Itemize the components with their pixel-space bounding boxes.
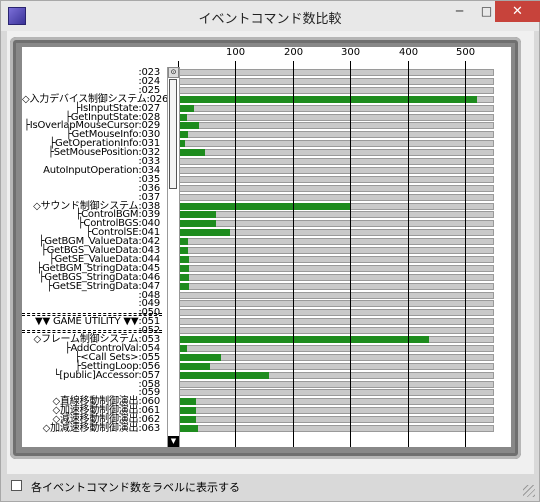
close-button[interactable]: ✕ xyxy=(495,1,540,22)
grid-line xyxy=(235,61,236,447)
bar xyxy=(178,202,350,210)
x-tick-label: 400 xyxy=(399,47,419,58)
bar xyxy=(178,104,194,112)
bar-track xyxy=(178,149,494,157)
bar xyxy=(178,220,216,228)
bar-track xyxy=(178,362,494,370)
bar-track xyxy=(178,113,494,121)
grid-line xyxy=(293,61,294,447)
plot-area: 100 200 300 400 500 xyxy=(178,47,498,447)
bar-track xyxy=(178,353,494,361)
x-tick-label: 300 xyxy=(341,47,361,58)
bar-track xyxy=(178,166,494,174)
bar-track xyxy=(178,425,494,432)
bar xyxy=(178,353,221,361)
x-tick-label: 100 xyxy=(226,47,246,58)
bar-track xyxy=(178,220,494,228)
resize-grip-icon[interactable] xyxy=(523,485,535,497)
scroll-down-icon[interactable]: ▼ xyxy=(168,436,179,447)
bar-track xyxy=(178,407,494,415)
bar-track xyxy=(178,193,494,201)
vertical-scrollbar[interactable]: ⊙ ▼ xyxy=(167,67,180,447)
bar xyxy=(178,362,210,370)
section-separator xyxy=(22,315,162,317)
bar-track xyxy=(178,389,494,397)
bar-track xyxy=(178,380,494,388)
scroll-up-icon[interactable]: ⊙ xyxy=(168,67,179,78)
scroll-thumb[interactable] xyxy=(169,79,177,189)
bar-track xyxy=(178,122,494,130)
bar xyxy=(178,336,429,343)
bar-track xyxy=(178,291,494,299)
bar-track xyxy=(178,309,494,317)
section-separator xyxy=(22,312,162,314)
x-tick-label: 500 xyxy=(456,47,476,58)
bar-track xyxy=(178,273,494,281)
category-label: ◇加減速移動制御演出:063 xyxy=(42,423,161,434)
grid-line xyxy=(350,61,351,447)
bar xyxy=(178,211,216,219)
bar-track xyxy=(178,211,494,219)
bar xyxy=(178,425,198,432)
title-bar: イベントコマンド数比較 ─ □ ✕ xyxy=(1,1,540,31)
chart-area: :023:024:025 ◇入力デバイス制御システム:026 ├IsInputSta… xyxy=(22,47,511,447)
bar-track xyxy=(178,104,494,112)
show-counts-checkbox[interactable] xyxy=(11,480,22,491)
bar-track xyxy=(178,77,494,85)
bar-track xyxy=(178,327,494,335)
bar-track xyxy=(178,398,494,406)
bar xyxy=(178,229,230,237)
section-separator xyxy=(22,330,162,332)
bar xyxy=(178,122,199,130)
bar xyxy=(178,416,196,424)
x-tick-label: 200 xyxy=(284,47,304,58)
bar-track xyxy=(178,282,494,290)
bar-track xyxy=(178,255,494,263)
bar-track xyxy=(178,158,494,165)
bar-track xyxy=(178,69,494,76)
bar-track xyxy=(178,318,494,326)
bar-track xyxy=(178,344,494,352)
bar-track xyxy=(178,238,494,246)
main-window: イベントコマンド数比較 ─ □ ✕ :023:024:025 ◇入力デバイス制御シ… xyxy=(0,0,540,502)
show-counts-label[interactable]: 各イベントコマンド数をラベルに表示する xyxy=(31,479,240,495)
bar-track xyxy=(178,416,494,424)
grid-line xyxy=(465,61,466,447)
bar-track xyxy=(178,86,494,94)
bar-track xyxy=(178,131,494,139)
bar xyxy=(178,95,477,103)
bar-track xyxy=(178,264,494,272)
bar xyxy=(178,398,196,406)
bar-track xyxy=(178,247,494,254)
minimize-button[interactable]: ─ xyxy=(446,1,473,22)
bar-track xyxy=(178,300,494,308)
category-labels: :023:024:025 ◇入力デバイス制御システム:026 ├IsInputSta… xyxy=(22,47,168,447)
bar-track xyxy=(178,184,494,192)
bar xyxy=(178,149,205,157)
bar-track xyxy=(178,175,494,183)
section-separator xyxy=(22,332,162,334)
grid-line xyxy=(408,61,409,447)
bar-track xyxy=(178,140,494,148)
bar xyxy=(178,407,196,415)
bar xyxy=(178,371,269,379)
